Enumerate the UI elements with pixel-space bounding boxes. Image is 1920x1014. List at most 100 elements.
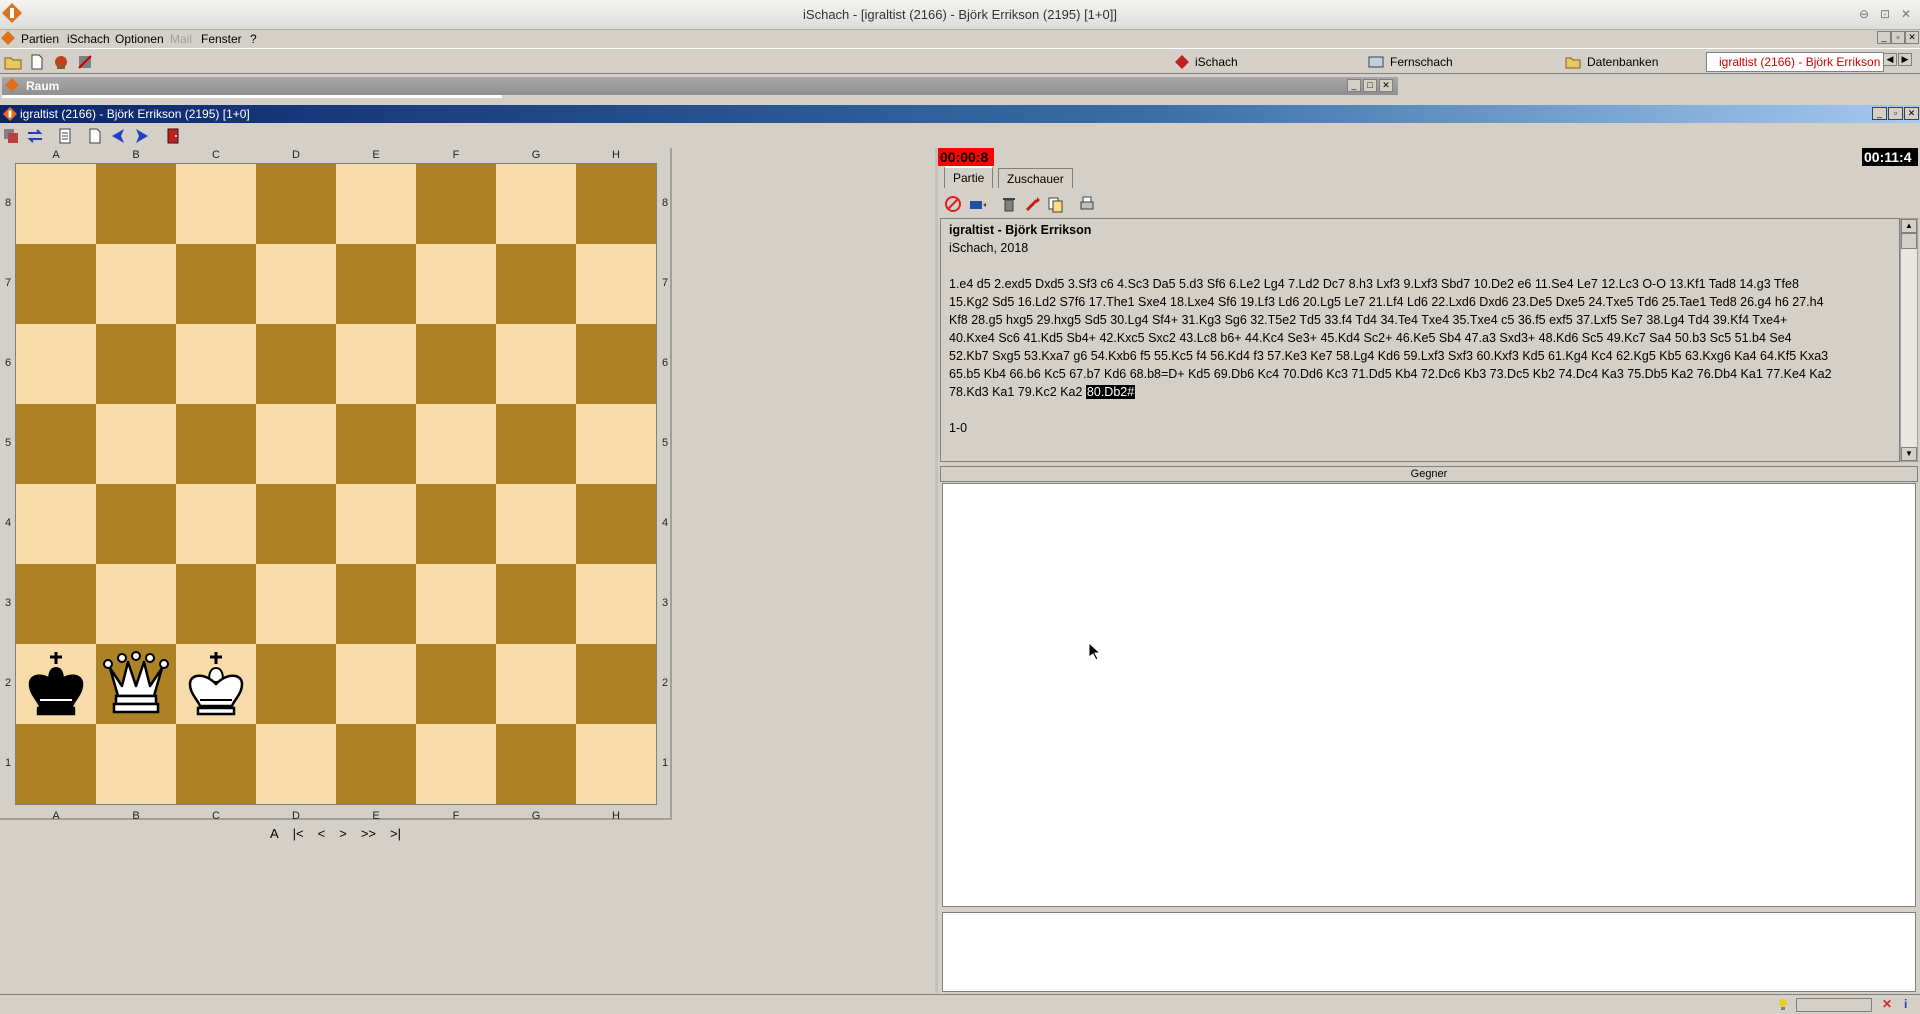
square-g1[interactable] bbox=[496, 724, 576, 804]
square-f2[interactable] bbox=[416, 644, 496, 724]
new-document-icon[interactable] bbox=[28, 53, 46, 71]
square-d1[interactable] bbox=[256, 724, 336, 804]
move-line[interactable]: 1.e4 d5 2.exd5 Dxd5 3.Sf3 c6 4.Sc3 Da5 5… bbox=[949, 275, 1891, 293]
nav-next-button[interactable]: > bbox=[339, 826, 347, 844]
square-a1[interactable] bbox=[16, 724, 96, 804]
square-d5[interactable] bbox=[256, 404, 336, 484]
menu-help[interactable]: ? bbox=[250, 32, 257, 46]
square-b3[interactable] bbox=[96, 564, 176, 644]
square-f4[interactable] bbox=[416, 484, 496, 564]
square-h6[interactable] bbox=[576, 324, 656, 404]
square-g4[interactable] bbox=[496, 484, 576, 564]
raum-maximize-button[interactable]: □ bbox=[1363, 79, 1377, 92]
square-b6[interactable] bbox=[96, 324, 176, 404]
tab-fernschach[interactable]: Fernschach bbox=[1368, 52, 1453, 72]
square-f3[interactable] bbox=[416, 564, 496, 644]
square-e8[interactable] bbox=[336, 164, 416, 244]
square-e2[interactable] bbox=[336, 644, 416, 724]
square-g6[interactable] bbox=[496, 324, 576, 404]
black-king-icon[interactable] bbox=[16, 644, 96, 724]
delete-icon[interactable] bbox=[1000, 195, 1018, 213]
swap-icon[interactable] bbox=[26, 127, 44, 145]
move-line[interactable]: Kf8 28.g5 hxg5 29.hxg5 Sd5 30.Lg4 Sf4+ 3… bbox=[949, 311, 1891, 329]
chat-input[interactable] bbox=[942, 912, 1916, 992]
move-line[interactable]: 78.Kd3 Ka1 79.Kc2 Ka2 80.Db2# bbox=[949, 383, 1891, 401]
square-g2[interactable] bbox=[496, 644, 576, 724]
move-line[interactable]: 40.Kxe4 Sc6 41.Kd5 Sb4+ 42.Kxc5 Sxc2 43.… bbox=[949, 329, 1891, 347]
raum-minimize-button[interactable]: _ bbox=[1347, 79, 1361, 92]
square-e5[interactable] bbox=[336, 404, 416, 484]
raum-titlebar[interactable]: Raum _ □ ✕ bbox=[2, 77, 1398, 95]
square-g5[interactable] bbox=[496, 404, 576, 484]
chess-board[interactable] bbox=[15, 163, 657, 805]
square-h2[interactable] bbox=[576, 644, 656, 724]
square-g3[interactable] bbox=[496, 564, 576, 644]
menu-ischach[interactable]: iSchach bbox=[67, 32, 110, 46]
raum-close-button[interactable]: ✕ bbox=[1379, 79, 1393, 92]
stop-icon[interactable] bbox=[944, 195, 962, 213]
square-h7[interactable] bbox=[576, 244, 656, 324]
nav-fast-forward-button[interactable]: >> bbox=[361, 826, 376, 844]
square-b7[interactable] bbox=[96, 244, 176, 324]
menu-fenster[interactable]: Fenster bbox=[201, 32, 242, 46]
engine-icon[interactable] bbox=[968, 195, 986, 213]
tab-partie[interactable]: Partie bbox=[944, 166, 994, 188]
square-b4[interactable] bbox=[96, 484, 176, 564]
square-e1[interactable] bbox=[336, 724, 416, 804]
exit-door-icon[interactable] bbox=[164, 127, 182, 145]
square-h5[interactable] bbox=[576, 404, 656, 484]
tab-datenbanken[interactable]: Datenbanken bbox=[1565, 52, 1658, 72]
game-minimize-button[interactable]: _ bbox=[1872, 107, 1887, 120]
square-a5[interactable] bbox=[16, 404, 96, 484]
square-b1[interactable] bbox=[96, 724, 176, 804]
square-a3[interactable] bbox=[16, 564, 96, 644]
square-c3[interactable] bbox=[176, 564, 256, 644]
close-button[interactable]: ✕ bbox=[1897, 5, 1915, 23]
square-h1[interactable] bbox=[576, 724, 656, 804]
game-close-button[interactable]: ✕ bbox=[1904, 107, 1919, 120]
nav-first-button[interactable]: |< bbox=[293, 826, 304, 844]
tools-icon[interactable] bbox=[76, 53, 94, 71]
square-e4[interactable] bbox=[336, 484, 416, 564]
square-e3[interactable] bbox=[336, 564, 416, 644]
square-f5[interactable] bbox=[416, 404, 496, 484]
square-c1[interactable] bbox=[176, 724, 256, 804]
app-menu-icon[interactable] bbox=[1, 31, 15, 45]
square-e6[interactable] bbox=[336, 324, 416, 404]
annotate-icon[interactable] bbox=[1024, 195, 1042, 213]
new-game-icon[interactable] bbox=[86, 127, 104, 145]
scroll-thumb[interactable] bbox=[1901, 233, 1917, 249]
square-h3[interactable] bbox=[576, 564, 656, 644]
square-c8[interactable] bbox=[176, 164, 256, 244]
square-f8[interactable] bbox=[416, 164, 496, 244]
open-folder-icon[interactable] bbox=[4, 53, 22, 71]
disconnect-icon[interactable]: ✕ bbox=[1882, 997, 1892, 1011]
tabs-scroll-right-button[interactable]: ▶ bbox=[1898, 53, 1912, 66]
move-line[interactable]: 65.b5 Kb4 66.b6 Kc5 67.b7 Kd6 68.b8=D+ K… bbox=[949, 365, 1891, 383]
square-c7[interactable] bbox=[176, 244, 256, 324]
square-g7[interactable] bbox=[496, 244, 576, 324]
connect-icon[interactable] bbox=[52, 53, 70, 71]
move-line[interactable]: 52.Kb7 Sxg5 53.Kxa7 g6 54.Kxb6 f5 55.Kc5… bbox=[949, 347, 1891, 365]
mdi-minimize-button[interactable]: _ bbox=[1877, 31, 1891, 44]
game-window-titlebar[interactable]: igraltist (2166) - Björk Errikson (2195)… bbox=[0, 105, 1920, 123]
nav-last-button[interactable]: >| bbox=[390, 826, 401, 844]
square-g8[interactable] bbox=[496, 164, 576, 244]
square-f1[interactable] bbox=[416, 724, 496, 804]
tab-zuschauer[interactable]: Zuschauer bbox=[998, 168, 1073, 188]
back-arrow-icon[interactable] bbox=[110, 127, 128, 145]
square-a6[interactable] bbox=[16, 324, 96, 404]
move-line[interactable]: 15.Kg2 Sd5 16.Ld2 S7f6 17.The1 Sxe4 18.L… bbox=[949, 293, 1891, 311]
notes-icon[interactable] bbox=[56, 127, 74, 145]
nav-prev-button[interactable]: < bbox=[318, 826, 326, 844]
square-f6[interactable] bbox=[416, 324, 496, 404]
current-move[interactable]: 80.Db2# bbox=[1085, 385, 1136, 399]
scroll-up-button[interactable]: ▲ bbox=[1901, 219, 1917, 233]
square-a8[interactable] bbox=[16, 164, 96, 244]
square-a7[interactable] bbox=[16, 244, 96, 324]
notation-panel[interactable]: igraltist - Björk Errikson iSchach, 2018… bbox=[940, 218, 1900, 462]
maximize-button[interactable]: ⊡ bbox=[1876, 5, 1894, 23]
minimize-button[interactable]: ⊖ bbox=[1855, 5, 1873, 23]
mdi-restore-button[interactable]: ▫ bbox=[1891, 31, 1905, 44]
square-d3[interactable] bbox=[256, 564, 336, 644]
